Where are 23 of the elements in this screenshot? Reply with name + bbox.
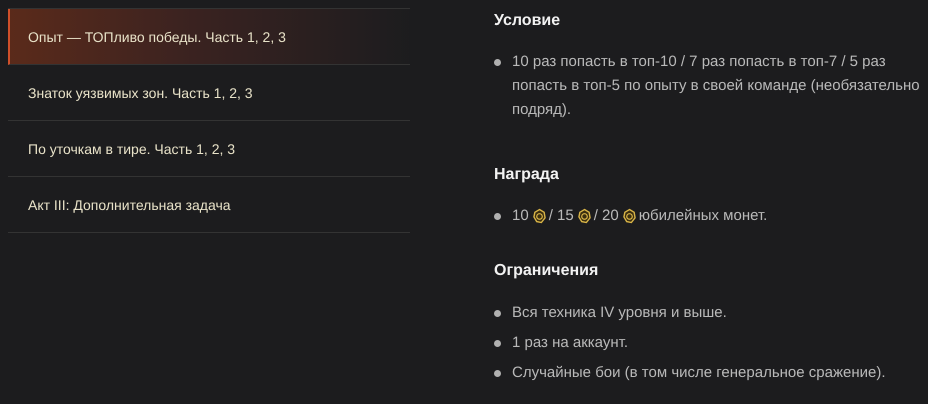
coin-icon <box>532 208 546 224</box>
task-item[interactable]: Знаток уязвимых зон. Часть 1, 2, 3 <box>8 65 410 121</box>
reward-amount: / 15 <box>548 206 574 226</box>
restriction-text: Вся техника IV уровня и выше. <box>512 303 727 323</box>
coin-icon <box>622 208 636 224</box>
task-item[interactable]: Акт III: Дополнительная задача <box>8 177 410 233</box>
bullet-icon <box>494 340 501 347</box>
restriction-text: Случайные бои (в том числе генеральное сражение). <box>512 363 886 383</box>
bullet-icon <box>494 213 501 220</box>
bullet-icon <box>494 59 501 66</box>
task-item[interactable]: Опыт — ТОПливо победы. Часть 1, 2, 3 <box>8 9 410 65</box>
restriction-text: 1 раз на аккаунт. <box>512 333 628 353</box>
section-heading: Ограничения <box>494 261 600 281</box>
condition-text: 10 раз попасть в топ-10 / 7 раз попасть в топ-7 / 5 раз попасть в топ-5 по опыту в своей команде (необязательно подряд). <box>512 52 920 120</box>
section-heading: Условие <box>494 11 562 31</box>
bullet-icon <box>494 370 501 377</box>
section-heading: Награда <box>494 165 560 185</box>
reward-amount: 10 <box>512 206 529 226</box>
task-item[interactable]: По уточкам в тире. Часть 1, 2, 3 <box>8 121 410 177</box>
bullet-icon <box>494 310 501 317</box>
coin-icon <box>578 208 591 224</box>
reward-text: юбилейных монет. <box>638 206 768 226</box>
reward-amount: / 20 <box>594 206 619 226</box>
